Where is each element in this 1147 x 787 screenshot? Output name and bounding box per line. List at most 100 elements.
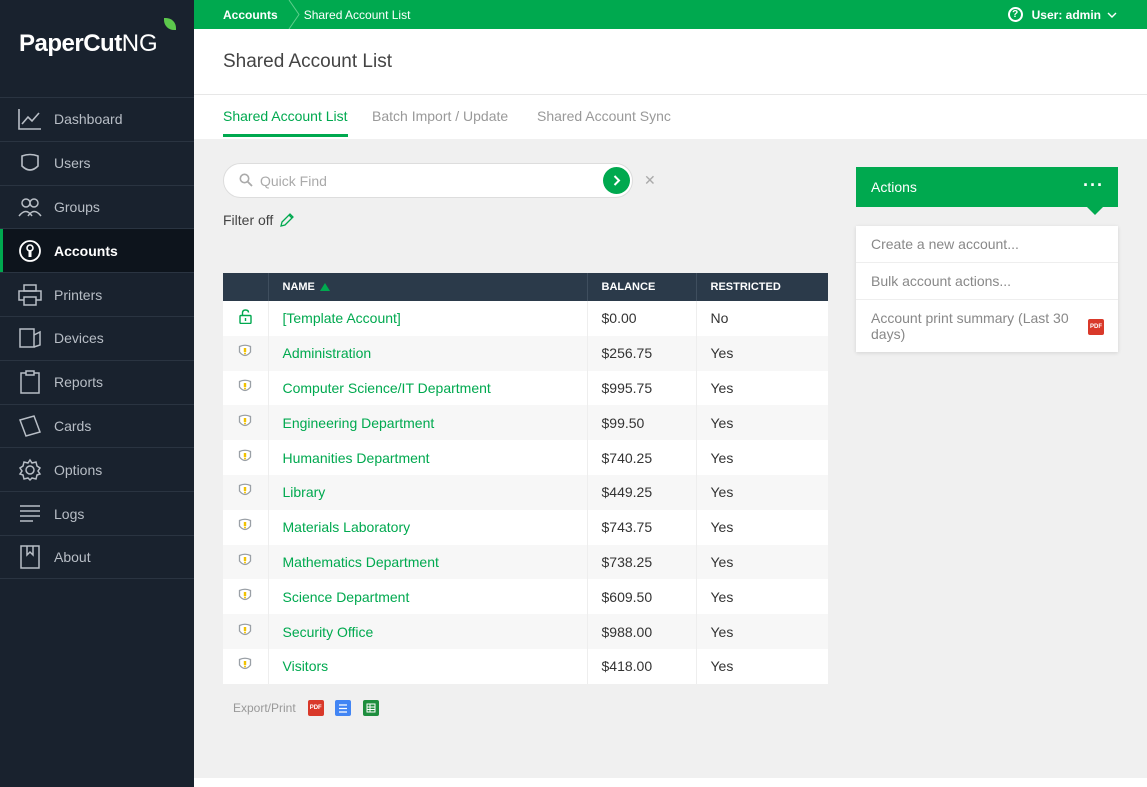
sidebar-item-accounts[interactable]: Accounts: [0, 228, 194, 273]
sidebar-item-label: Groups: [54, 198, 100, 215]
sidebar-item-options[interactable]: Options: [0, 447, 194, 491]
row-name-cell: Library: [268, 474, 588, 510]
about-icon: [18, 545, 42, 569]
row-status-cell: [223, 335, 269, 371]
account-name-link[interactable]: Mathematics Department: [283, 554, 439, 570]
sidebar: PaperCut NG Dashboard Users Groups Accou…: [0, 0, 194, 787]
shield-icon: [238, 518, 252, 536]
table-body: [Template Account] $0.00 No Administration $…: [223, 301, 828, 684]
pencil-icon[interactable]: [279, 212, 295, 228]
action-label: Bulk account actions...: [871, 273, 1012, 289]
export-label: Export/Print: [233, 701, 296, 715]
account-name-link[interactable]: Computer Science/IT Department: [283, 380, 491, 396]
row-status-cell: [223, 509, 269, 545]
tab-batch-import-update[interactable]: Batch Import / Update: [372, 108, 508, 134]
page-title: Shared Account List: [223, 51, 392, 72]
row-balance-cell: $99.50: [587, 405, 697, 441]
sidebar-item-logs[interactable]: Logs: [0, 491, 194, 535]
account-name-link[interactable]: Library: [283, 484, 326, 500]
tabs: Shared Account List Batch Import / Updat…: [194, 94, 1147, 139]
account-name-link[interactable]: Visitors: [283, 658, 329, 674]
row-restricted-cell: Yes: [696, 335, 828, 371]
help-icon[interactable]: ?: [1007, 7, 1023, 22]
table-row: Mathematics Department $738.25 Yes: [223, 544, 828, 580]
sidebar-item-label: Accounts: [54, 242, 118, 259]
row-status-cell: [223, 301, 269, 336]
account-name-link[interactable]: [Template Account]: [283, 310, 401, 326]
tab-shared-account-sync[interactable]: Shared Account Sync: [537, 108, 671, 134]
column-header-icon: [223, 273, 269, 301]
sidebar-item-label: Logs: [54, 505, 85, 522]
shield-icon: [238, 483, 252, 501]
breadcrumb-separator-icon: [288, 0, 300, 29]
row-name-cell: Mathematics Department: [268, 544, 588, 580]
account-name-link[interactable]: Humanities Department: [283, 450, 430, 466]
sidebar-item-label: Devices: [54, 330, 104, 347]
account-name-link[interactable]: Administration: [283, 345, 372, 361]
shield-icon: [238, 623, 252, 641]
clear-search-icon[interactable]: ✕: [644, 172, 656, 189]
tab-shared-account-list[interactable]: Shared Account List: [223, 108, 348, 137]
shared-accounts-table: NAME BALANCE RESTRICTED [Template Accoun…: [223, 273, 828, 684]
account-name-link[interactable]: Engineering Department: [283, 415, 435, 431]
search-go-button[interactable]: [603, 167, 630, 194]
account-name-link[interactable]: Science Department: [283, 589, 410, 605]
row-balance-cell: $418.00: [587, 648, 697, 684]
table-header-row: NAME BALANCE RESTRICTED: [223, 273, 828, 301]
dashboard-icon: [18, 107, 42, 131]
row-name-cell: Materials Laboratory: [268, 509, 588, 545]
shield-icon: [238, 553, 252, 571]
account-name-link[interactable]: Materials Laboratory: [283, 519, 411, 535]
chevron-right-icon: [613, 175, 620, 186]
search-input[interactable]: [260, 170, 590, 192]
actions-menu: Create a new account... Bulk account act…: [856, 226, 1118, 352]
spreadsheet-export-icon[interactable]: [362, 700, 379, 716]
actions-pointer: [1087, 207, 1103, 215]
column-header-name[interactable]: NAME: [268, 273, 588, 301]
papercut-logo[interactable]: PaperCut NG: [19, 18, 176, 64]
sidebar-item-users[interactable]: Users: [0, 140, 194, 185]
row-status-cell: [223, 544, 269, 580]
action-bulk-actions[interactable]: Bulk account actions...: [856, 263, 1118, 300]
row-restricted-cell: No: [710, 310, 729, 327]
devices-icon: [18, 326, 42, 350]
sidebar-item-cards[interactable]: Cards: [0, 403, 194, 448]
row-restricted-cell: Yes: [710, 658, 734, 675]
actions-button[interactable]: Actions ···: [856, 167, 1118, 207]
sidebar-item-reports[interactable]: Reports: [0, 359, 194, 404]
options-icon: [18, 458, 42, 482]
groups-icon: [18, 195, 42, 219]
account-name-link[interactable]: Security Office: [283, 624, 374, 640]
row-restricted-cell: Yes: [710, 449, 734, 466]
shield-icon: [238, 379, 252, 397]
row-balance-cell: $738.25: [587, 544, 697, 580]
shield-icon: [238, 344, 252, 362]
sidebar-item-label: Dashboard: [54, 111, 123, 128]
row-balance-cell: $988.00: [587, 614, 697, 649]
table-row: Engineering Department $99.50 Yes: [223, 405, 828, 441]
row-restricted-cell: Yes: [710, 519, 734, 536]
sidebar-item-printers[interactable]: Printers: [0, 272, 194, 316]
sidebar-item-about[interactable]: About: [0, 534, 194, 579]
row-restricted-cell: Yes: [696, 405, 828, 441]
action-create-account[interactable]: Create a new account...: [856, 226, 1118, 263]
sidebar-item-dashboard[interactable]: Dashboard: [0, 97, 194, 141]
accounts-icon: [18, 239, 42, 263]
row-name-cell: Visitors: [268, 648, 588, 684]
search-icon: [239, 173, 253, 187]
cards-icon: [18, 414, 42, 438]
sidebar-item-groups[interactable]: Groups: [0, 184, 194, 229]
html-export-icon[interactable]: [334, 700, 351, 716]
column-header-name-label: NAME: [282, 281, 315, 293]
column-header-balance[interactable]: BALANCE: [587, 273, 697, 301]
reports-icon: [18, 370, 42, 394]
row-balance-cell: $256.75: [587, 335, 697, 371]
pdf-export-icon[interactable]: PDF: [307, 700, 324, 716]
user-menu[interactable]: ? User: admin: [1007, 0, 1117, 29]
chevron-down-icon: [1107, 12, 1117, 18]
action-print-summary[interactable]: Account print summary (Last 30 days) PDF: [856, 300, 1118, 352]
table-row: Administration $256.75 Yes: [223, 335, 828, 371]
column-header-restricted[interactable]: RESTRICTED: [696, 273, 828, 301]
breadcrumb-accounts[interactable]: Accounts: [194, 0, 288, 29]
sidebar-item-devices[interactable]: Devices: [0, 315, 194, 360]
